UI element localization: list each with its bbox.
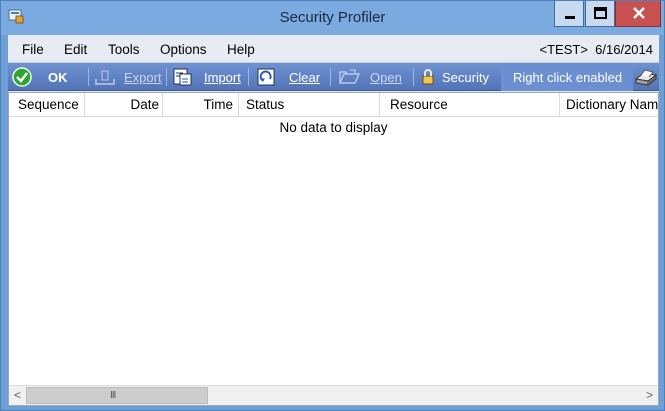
import-label: Import [204, 70, 241, 85]
clear-button[interactable]: Clear [252, 63, 326, 91]
folder-open-icon [339, 69, 360, 84]
right-click-status: Right click enabled [501, 63, 633, 91]
ok-label: OK [48, 70, 68, 85]
export-icon [95, 70, 115, 85]
menu-tools[interactable]: Tools [108, 42, 140, 57]
minimize-icon [565, 16, 575, 19]
lock-icon [422, 69, 434, 85]
column-dictionary-name[interactable]: Dictionary Nam [566, 97, 658, 112]
client-area: File Edit Tools Options Help <TEST> 6/16… [8, 35, 659, 406]
security-button[interactable]: Security [417, 63, 493, 91]
empty-grid-message: No data to display [279, 120, 388, 135]
toolbar-separator [166, 68, 167, 86]
open-label: Open [370, 70, 402, 85]
printer-button[interactable] [633, 63, 659, 91]
column-resource[interactable]: Resource [390, 97, 448, 112]
toolbar-separator [330, 68, 331, 86]
title-bar[interactable]: Security Profiler [1, 1, 664, 35]
menu-help[interactable]: Help [227, 42, 255, 57]
toolbar: OK Export Import Clear Open Security Rig… [8, 63, 659, 91]
column-divider[interactable] [162, 93, 163, 117]
open-button[interactable]: Open [334, 63, 410, 91]
user-date: 6/16/2014 [595, 42, 653, 57]
scroll-grip-icon: III [110, 390, 116, 401]
grid-header: Sequence Date Time Status Resource Dicti… [9, 93, 658, 117]
maximize-button[interactable] [585, 1, 615, 27]
company-name: <TEST> [539, 42, 588, 57]
menu-file[interactable]: File [22, 42, 44, 57]
export-button[interactable]: Export [92, 63, 162, 91]
column-sequence[interactable]: Sequence [18, 97, 79, 112]
import-icon [173, 68, 192, 86]
security-label: Security [442, 70, 489, 85]
toolbar-separator [413, 68, 414, 86]
column-status[interactable]: Status [246, 97, 284, 112]
checkmark-icon [12, 67, 32, 87]
menu-options[interactable]: Options [160, 42, 207, 57]
column-divider[interactable] [379, 93, 380, 117]
column-time[interactable]: Time [199, 97, 234, 112]
menu-bar: File Edit Tools Options Help <TEST> 6/16… [8, 35, 659, 63]
menu-edit[interactable]: Edit [64, 42, 87, 57]
clear-label: Clear [289, 70, 321, 85]
scroll-right-button[interactable]: > [641, 386, 658, 405]
horizontal-scrollbar[interactable]: < III > [9, 385, 658, 405]
close-icon [633, 7, 645, 19]
column-divider[interactable] [84, 93, 85, 117]
toolbar-separator [88, 68, 89, 86]
scroll-left-button[interactable]: < [9, 386, 26, 405]
ok-button[interactable]: OK [10, 63, 80, 91]
column-divider[interactable] [238, 93, 239, 117]
close-button[interactable] [615, 1, 661, 27]
company-date: <TEST> 6/16/2014 [540, 42, 654, 57]
scroll-thumb[interactable]: III [26, 387, 208, 404]
toolbar-separator [248, 68, 249, 86]
security-profiler-window: Security Profiler File Edit Tools Option… [0, 0, 665, 411]
import-button[interactable]: Import [170, 63, 241, 91]
maximize-icon [594, 7, 607, 19]
data-grid[interactable]: Sequence Date Time Status Resource Dicti… [8, 92, 659, 406]
column-divider[interactable] [559, 93, 560, 117]
right-click-status-label: Right click enabled [513, 70, 623, 85]
printer-icon [634, 69, 658, 86]
column-date[interactable]: Date [121, 97, 159, 112]
export-label: Export [124, 70, 162, 85]
clear-icon [257, 68, 275, 86]
minimize-button[interactable] [554, 1, 584, 27]
